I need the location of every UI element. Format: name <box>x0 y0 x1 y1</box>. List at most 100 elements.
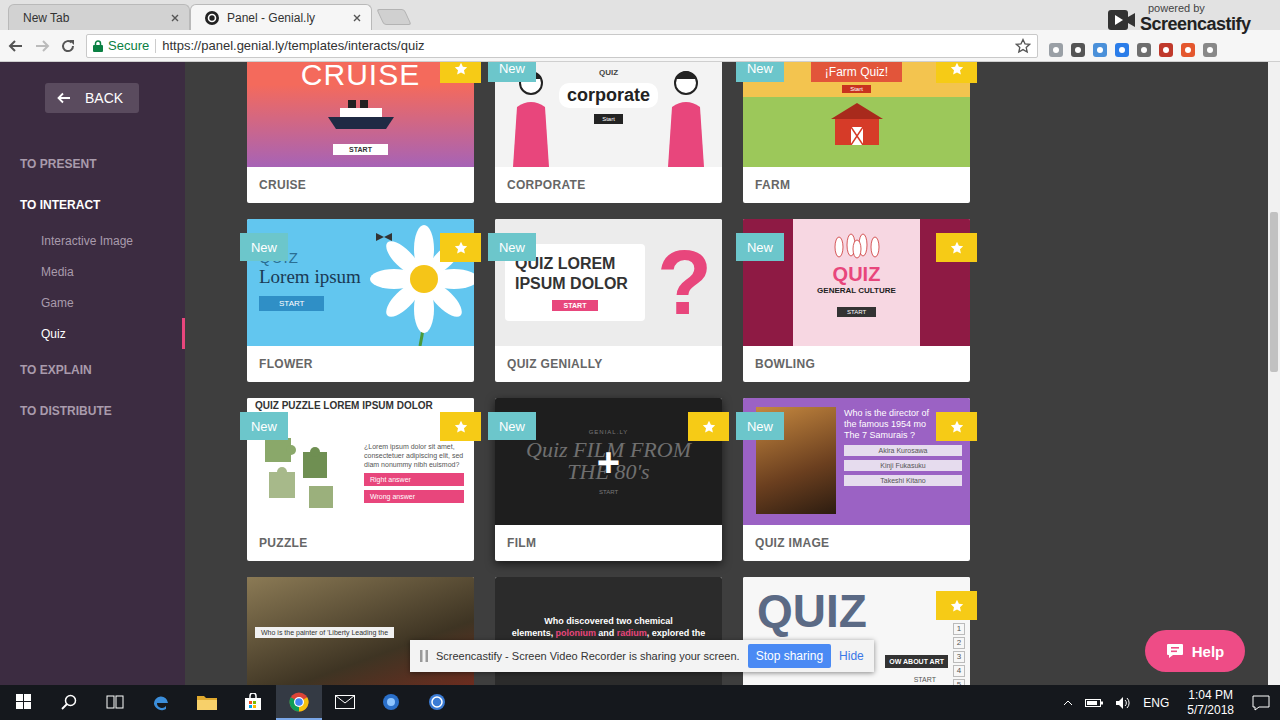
favorite-button[interactable] <box>440 62 481 83</box>
question-text: and <box>598 628 614 638</box>
favorite-button[interactable] <box>688 412 729 441</box>
template-card[interactable]: QUIZLorem ipsumSTARTFLOWERNew <box>247 219 474 382</box>
start-button: START <box>552 300 599 311</box>
new-badge: New <box>240 412 288 440</box>
close-icon[interactable] <box>353 14 361 22</box>
genially-favicon-icon <box>205 11 219 25</box>
hide-button[interactable]: Hide <box>839 649 864 663</box>
browser-tab[interactable]: New Tab <box>8 4 190 30</box>
close-icon[interactable] <box>171 14 179 22</box>
start-button: START <box>333 144 388 155</box>
favorite-button[interactable] <box>936 233 977 262</box>
scrollbar-thumb[interactable] <box>1270 212 1278 372</box>
chevron-up-icon[interactable] <box>1063 700 1073 706</box>
preview-title: corporate <box>559 83 658 108</box>
template-card[interactable]: GENIAL.LYQuiz FILM FROM THE 80'sSTART+FI… <box>495 398 722 561</box>
star-icon <box>454 420 468 434</box>
card-label: QUIZ GENIALLY <box>495 346 722 382</box>
extension-icon[interactable] <box>1048 42 1064 58</box>
mail-icon <box>335 695 355 709</box>
preview-title: QUIZ <box>757 587 948 635</box>
answer-button: Takeshi Kitano <box>844 475 962 486</box>
volume-icon[interactable] <box>1115 696 1131 710</box>
extension-icon[interactable] <box>1114 42 1130 58</box>
taskbar-button[interactable] <box>138 685 184 720</box>
template-grid: CRUISESTARTCRUISEQUIZcorporateStartCORPO… <box>185 62 1268 685</box>
star-icon <box>950 420 964 434</box>
sidebar-item[interactable]: Game <box>0 287 185 318</box>
bookmark-star-icon[interactable] <box>1015 38 1031 54</box>
extension-icon[interactable] <box>1180 42 1196 58</box>
new-badge: New <box>736 233 784 261</box>
extension-icon[interactable] <box>1070 42 1086 58</box>
start-button: START <box>914 676 936 683</box>
extension-icon[interactable] <box>1158 42 1174 58</box>
favorite-button[interactable] <box>440 233 481 262</box>
taskbar-button[interactable] <box>92 685 138 720</box>
start-button: START <box>837 307 876 317</box>
taskbar-button[interactable] <box>184 685 230 720</box>
sidebar-item[interactable]: TO EXPLAIN <box>0 349 185 390</box>
taskbar-button[interactable] <box>414 685 460 720</box>
new-badge: New <box>488 233 536 261</box>
taskbar-button[interactable] <box>368 685 414 720</box>
template-card[interactable]: QUIZ LOREM IPSUM DOLORSTART?QUIZ GENIALL… <box>495 219 722 382</box>
star-icon <box>454 241 468 255</box>
template-card[interactable]: ¡Farm Quiz!StartFARMNew <box>743 62 970 203</box>
sidebar-item-label: TO PRESENT <box>20 157 96 171</box>
forward-arrow-icon[interactable] <box>34 38 50 54</box>
sidebar-item[interactable]: Quiz <box>0 318 185 349</box>
scrollbar[interactable] <box>1268 62 1280 685</box>
clock[interactable]: 1:04 PM5/7/2018 <box>1181 688 1240 718</box>
template-card[interactable]: QUIZcorporateStartCORPORATENew <box>495 62 722 203</box>
question-number: 4 <box>953 665 965 677</box>
extension-icon[interactable] <box>1092 42 1108 58</box>
battery-icon[interactable] <box>1085 698 1103 708</box>
address-bar[interactable]: Securehttps://panel.genial.ly/templates/… <box>86 34 1038 58</box>
taskbar-button[interactable] <box>46 685 92 720</box>
back-arrow-icon[interactable] <box>8 38 24 54</box>
card-label: QUIZ IMAGE <box>743 525 970 561</box>
question-text: Who is the painter of 'Liberty Leading t… <box>255 627 394 638</box>
taskbar-button[interactable] <box>0 685 46 720</box>
sidebar-item[interactable]: Media <box>0 256 185 287</box>
taskbar-button[interactable] <box>230 685 276 720</box>
app-icon <box>428 693 446 711</box>
browser-tab[interactable]: Panel - Genial.ly <box>190 4 372 30</box>
add-icon[interactable]: + <box>597 442 620 482</box>
back-button[interactable]: BACK <box>45 83 139 113</box>
preview-title: Lorem ipsum <box>259 266 361 288</box>
help-button[interactable]: Help <box>1145 630 1245 672</box>
extension-icon[interactable] <box>1136 42 1152 58</box>
template-card[interactable]: QUIZGENERAL CULTURESTARTBOWLINGNew <box>743 219 970 382</box>
store-icon <box>244 693 262 711</box>
separator <box>155 39 156 53</box>
notification-icon[interactable] <box>1252 695 1270 711</box>
favorite-button[interactable] <box>936 591 977 620</box>
favorite-button[interactable] <box>440 412 481 441</box>
sidebar-item[interactable]: Interactive Image <box>0 225 185 256</box>
template-card[interactable]: QUIZ PUZZLE LOREM IPSUM DOLOR¿Lorem ipsu… <box>247 398 474 561</box>
template-card[interactable]: CRUISESTARTCRUISE <box>247 62 474 203</box>
favorite-button[interactable] <box>936 62 977 83</box>
template-card[interactable]: Who is the director of the famous 1954 m… <box>743 398 970 561</box>
language-indicator[interactable]: ENG <box>1143 696 1169 710</box>
sidebar-item-label: Quiz <box>41 327 66 341</box>
preview-text: QUIZ <box>599 68 618 77</box>
new-badge: New <box>736 412 784 440</box>
start-button: START <box>259 296 324 311</box>
taskbar-button[interactable] <box>322 685 368 720</box>
favorite-button[interactable] <box>936 412 977 441</box>
sidebar-item[interactable]: TO PRESENT <box>0 143 185 184</box>
logo-name: Screencastify <box>1140 14 1251 35</box>
stop-sharing-button[interactable]: Stop sharing <box>748 644 831 668</box>
new-tab-button[interactable] <box>376 9 411 25</box>
reload-icon[interactable] <box>60 38 76 54</box>
sidebar-item[interactable]: TO INTERACT <box>0 184 185 225</box>
start-button: Start <box>594 114 623 124</box>
sidebar-item[interactable]: TO DISTRIBUTE <box>0 390 185 431</box>
preview-title: ¡Farm Quiz! <box>811 62 902 82</box>
edge-browser-icon <box>151 692 171 712</box>
taskbar-button[interactable] <box>276 685 322 720</box>
extension-icon[interactable] <box>1202 42 1218 58</box>
